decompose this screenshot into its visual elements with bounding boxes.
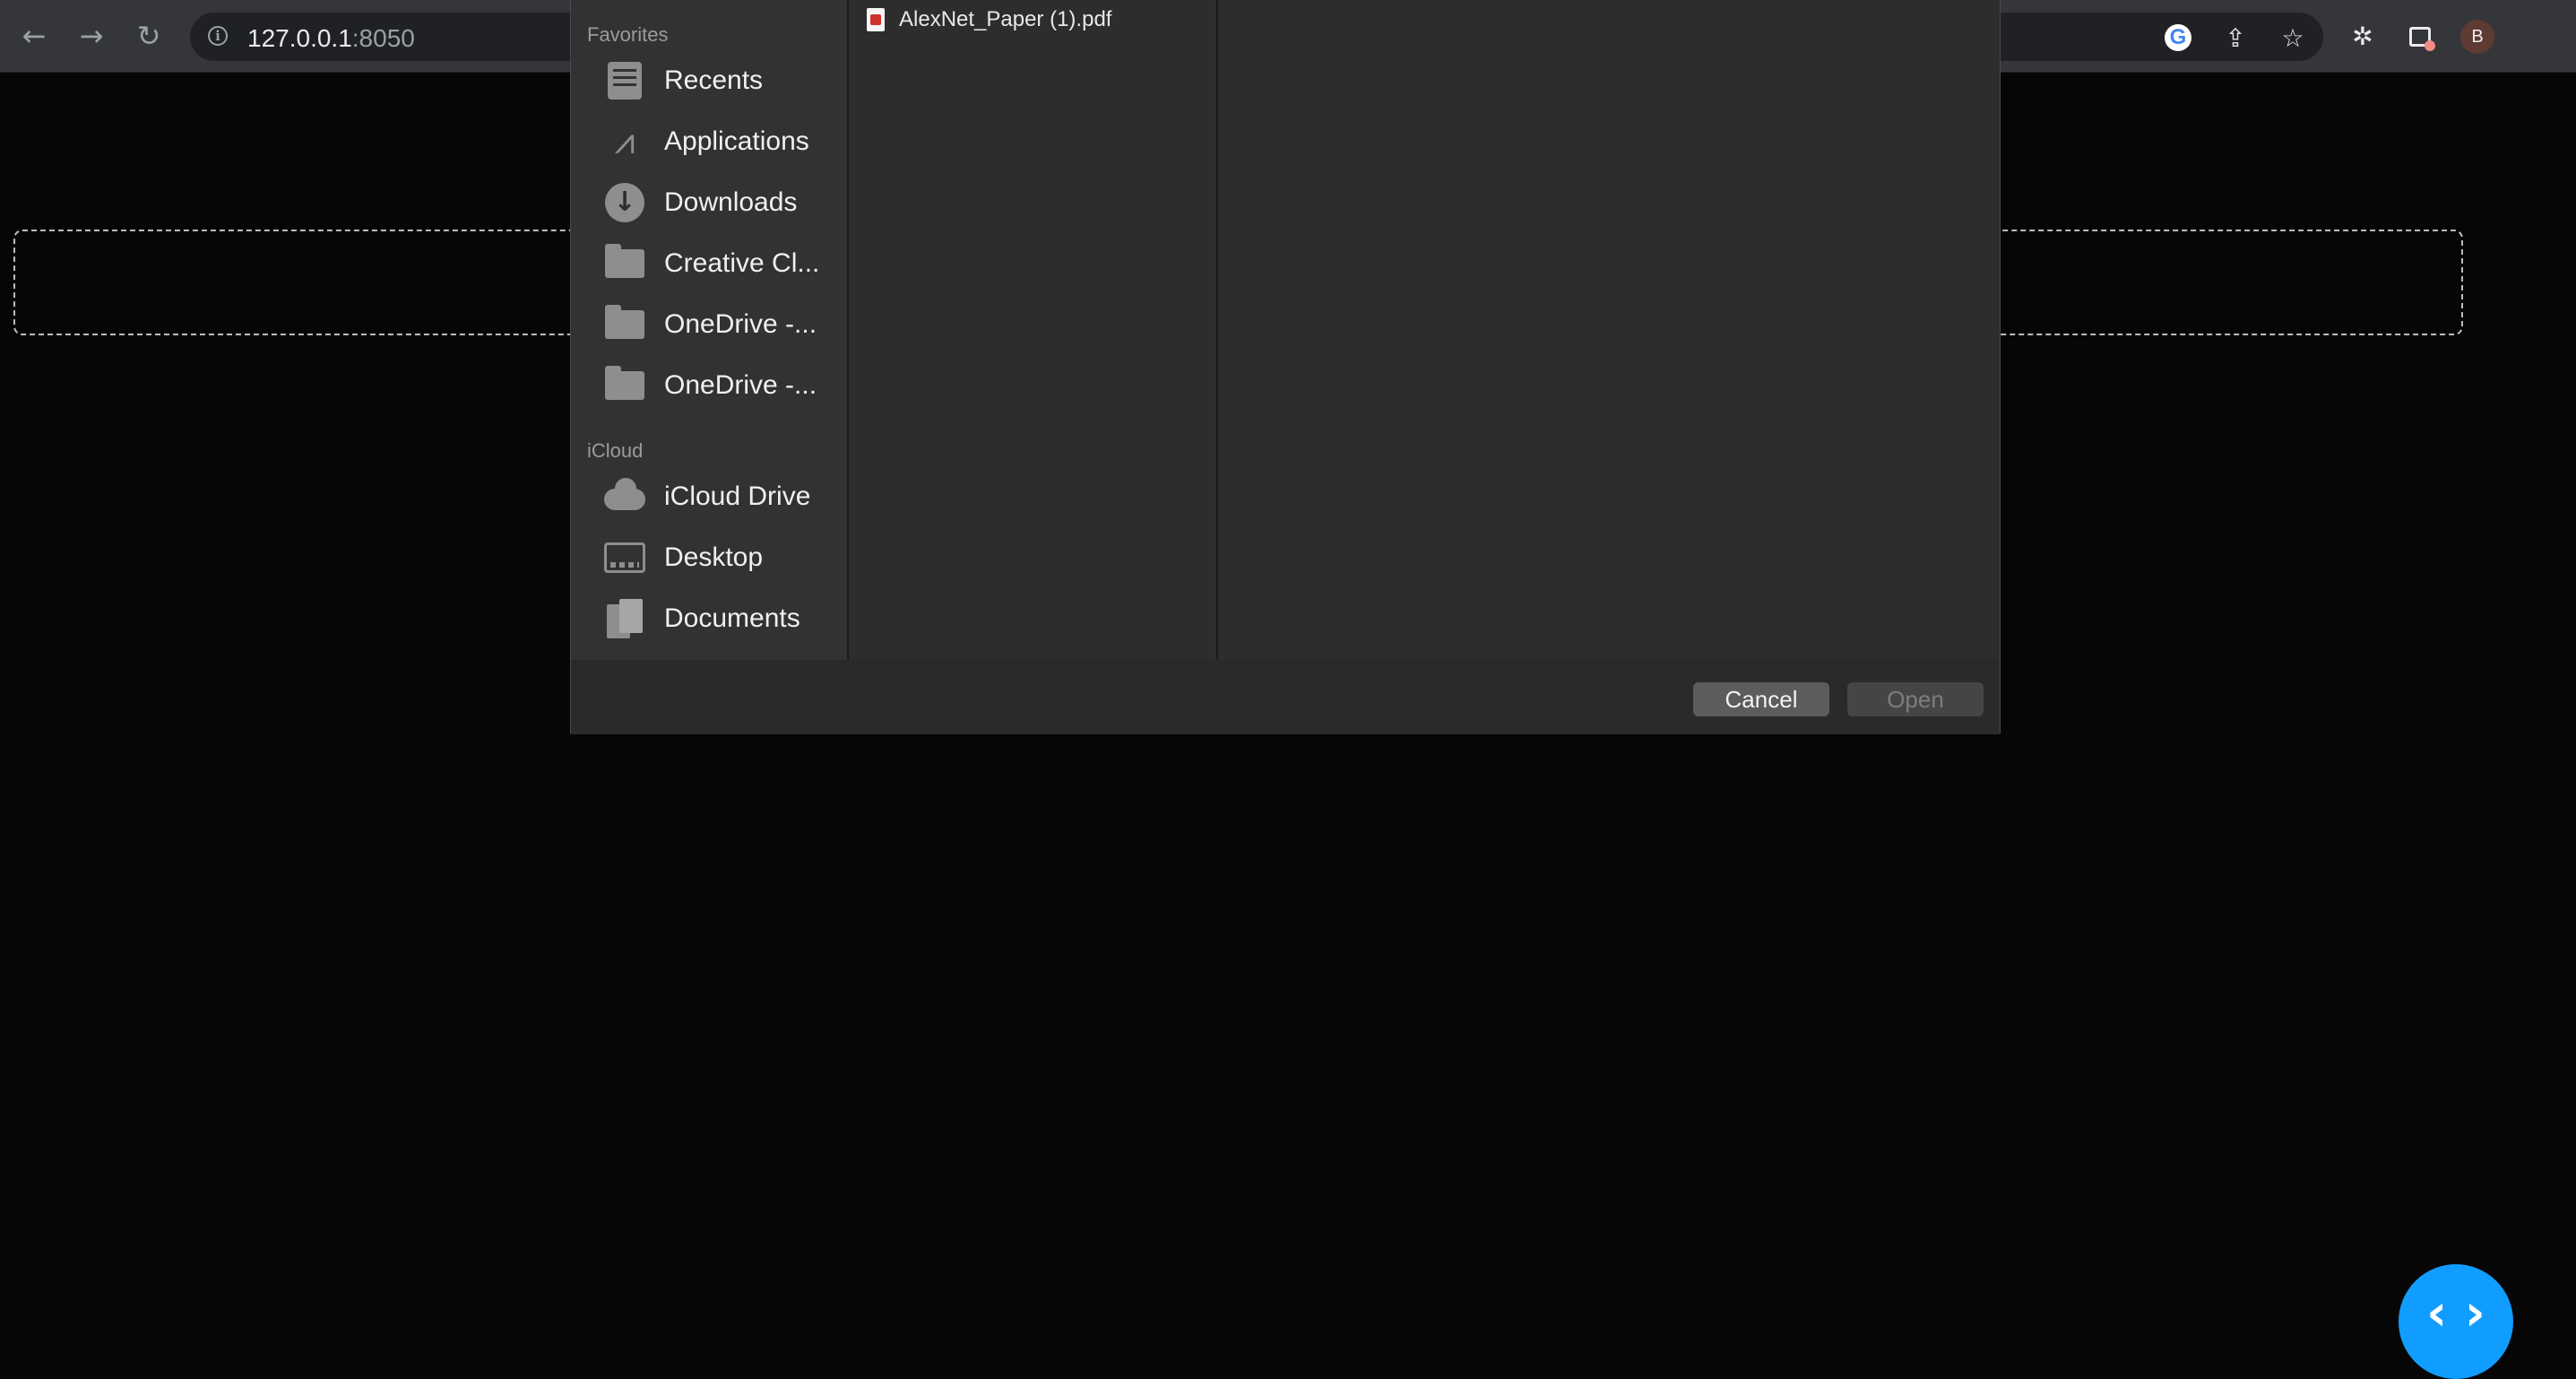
desktop-icon	[603, 536, 646, 579]
back-arrow-icon[interactable]: ←	[16, 18, 52, 54]
sidebar-item-documents[interactable]: Documents	[603, 592, 845, 646]
debug-menu-button[interactable]: ‹ ›	[2399, 1264, 2513, 1379]
pdf-icon	[867, 8, 885, 31]
url-host: 127.0.0.1	[247, 24, 352, 52]
sidebar-item-applications[interactable]: ⩘ Applications	[603, 115, 845, 169]
star-icon[interactable]: ☆	[2277, 22, 2309, 54]
reload-icon[interactable]: ↻	[131, 18, 167, 54]
file-open-dialog: Favorites Recents ⩘ Applications ↓ Downl…	[570, 0, 2001, 734]
documents-icon	[603, 597, 646, 640]
cloud-icon	[603, 475, 646, 518]
info-icon[interactable]: i	[208, 26, 228, 46]
folder-icon	[603, 364, 646, 407]
favorites-section-label: Favorites	[587, 23, 669, 46]
puzzle-icon[interactable]: ✲	[2347, 20, 2379, 52]
sidebar-item-label: iCloud Drive	[664, 481, 811, 511]
sidebar-item-downloads[interactable]: ↓ Downloads	[603, 176, 845, 230]
sidebar-item-desktop[interactable]: Desktop	[603, 531, 845, 585]
file-name: AlexNet_Paper (1).pdf	[899, 7, 1112, 31]
icloud-section-label: iCloud	[587, 439, 644, 462]
dialog-sidebar: Favorites Recents ⩘ Applications ↓ Downl…	[571, 0, 849, 660]
sidebar-item-label: OneDrive -...	[664, 370, 817, 400]
applications-icon: ⩘	[614, 121, 635, 162]
sidebar-item-label: Recents	[664, 65, 764, 95]
sidebar-item-recents[interactable]: Recents	[603, 54, 845, 108]
google-icon[interactable]: G	[2162, 22, 2194, 54]
recents-icon	[603, 59, 646, 102]
sidebar-item-label: Downloads	[664, 187, 798, 217]
url-text: 127.0.0.1:8050	[247, 24, 415, 53]
file-item[interactable]: AlexNet_Paper (1).pdf	[867, 7, 1111, 32]
profile-avatar[interactable]: B	[2460, 20, 2494, 54]
forward-arrow-icon[interactable]: →	[73, 18, 109, 54]
downloads-icon: ↓	[603, 181, 646, 224]
sidebar-item-onedrive-1[interactable]: OneDrive -...	[603, 298, 845, 351]
sidebar-item-onedrive-2[interactable]: OneDrive -...	[603, 359, 845, 412]
url-port: :8050	[351, 24, 415, 52]
sidebar-item-label: Creative Cl...	[664, 248, 820, 278]
open-button[interactable]: Open	[1847, 682, 1984, 716]
sidebar-item-creative-cloud[interactable]: Creative Cl...	[603, 237, 845, 291]
file-browser-column: AlexNet_Paper (1).pdf	[851, 0, 1218, 660]
side-panel-icon[interactable]	[2409, 27, 2435, 51]
sidebar-item-label: Desktop	[664, 542, 764, 572]
sidebar-item-icloud-drive[interactable]: iCloud Drive	[603, 470, 845, 524]
sidebar-item-label: Documents	[664, 603, 800, 633]
folder-icon	[603, 242, 646, 285]
sidebar-item-label: OneDrive -...	[664, 309, 817, 339]
share-icon[interactable]: ⇪	[2219, 22, 2252, 54]
folder-icon	[603, 303, 646, 346]
sidebar-item-label: Applications	[664, 126, 809, 156]
dialog-footer: Cancel Open	[571, 660, 2000, 734]
cancel-button[interactable]: Cancel	[1693, 682, 1829, 716]
